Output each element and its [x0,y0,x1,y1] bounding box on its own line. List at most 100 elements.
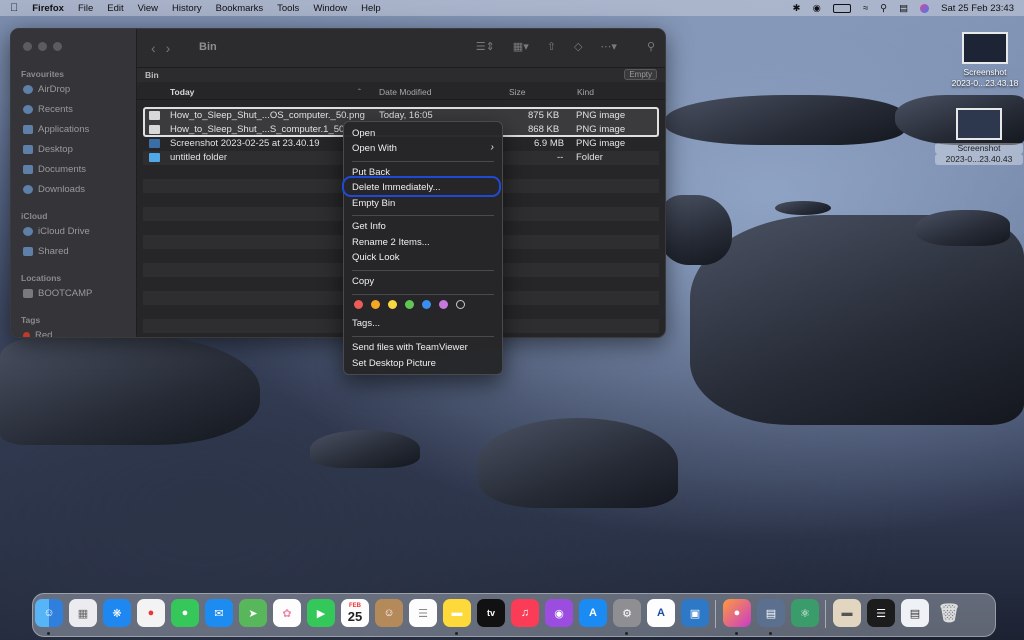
menu-firefox[interactable]: Firefox [32,3,64,14]
menu-item-quick-look[interactable]: Quick Look [352,251,494,265]
back-arrow-icon[interactable]: ‹ [151,40,166,56]
launchpad-app-icon[interactable]: ▦ [69,599,97,627]
sidebar-item-airdrop[interactable]: AirDrop [23,84,70,95]
sidebar-item-bootcamp[interactable]: BOOTCAMP [23,288,92,299]
menu-tools[interactable]: Tools [277,3,299,14]
firefox-app-icon[interactable]: ● [723,599,751,627]
photos-app-icon[interactable]: ✿ [273,599,301,627]
music-app-icon[interactable]: ♫ [511,599,539,627]
sidebar-item-tag-red[interactable]: Red [23,330,52,337]
menu-separator [352,215,494,216]
atom-app-icon[interactable]: ⚛ [791,599,819,627]
finder-app-icon[interactable]: ☺ [35,599,63,627]
apple-tv-app-icon[interactable]: tv [477,599,505,627]
preview-app-icon[interactable]: ▤ [757,599,785,627]
notes-app-icon[interactable]: ▬ [443,599,471,627]
calendar-app-icon[interactable]: FEB 25 [341,599,369,627]
apple-menu-icon[interactable]:  [10,2,18,14]
sidebar-item-shared[interactable]: Shared [23,246,69,257]
sidebar-item-recents[interactable]: Recents [23,104,73,115]
menu-view[interactable]: View [138,3,158,14]
running-indicator [455,632,458,635]
minimize-window-button[interactable] [38,42,47,51]
menu-history[interactable]: History [172,3,202,14]
column-kind[interactable]: Kind [577,87,594,97]
messages-app-icon[interactable]: ● [171,599,199,627]
desktop-screenshot-1[interactable]: Screenshot 2023-0...23.43.18 [945,32,1024,89]
column-name[interactable]: Today [170,87,194,97]
tag-grey-dot[interactable] [456,300,465,309]
chrome-app-icon[interactable]: ● [137,599,165,627]
column-size[interactable]: Size [509,87,526,97]
sidebar-item-downloads[interactable]: Downloads [23,184,85,195]
sidebar-item-icloud-drive[interactable]: iCloud Drive [23,226,90,237]
rock-left [0,335,260,445]
siri-icon[interactable] [920,3,930,13]
sidebar-item-documents[interactable]: Documents [23,164,86,175]
tag-blue-dot[interactable] [422,300,431,309]
menu-item-open-with[interactable]: Open With › [352,142,494,156]
toolbar-icons: ☰⇕ ▦▾ ⇧ ◇ ⋯▾ ⚲ [476,40,655,53]
recent-window-thumbnail[interactable]: ☰ [867,599,895,627]
reminders-app-icon[interactable]: ☰ [409,599,437,627]
zoom-window-button[interactable] [53,42,62,51]
contacts-app-icon[interactable]: ☺ [375,599,403,627]
sidebar-item-desktop[interactable]: Desktop [23,144,73,155]
podcasts-app-icon[interactable]: ◉ [545,599,573,627]
sort-chevron-icon[interactable]: ˆ [358,87,361,97]
menu-item-open[interactable]: Open [352,127,494,141]
desktop-icon-label: Screenshot [963,67,1007,77]
system-preferences-app-icon[interactable]: ⚙ [613,599,641,627]
menu-item-tags[interactable]: Tags... [352,317,494,331]
maps-app-icon[interactable]: ➤ [239,599,267,627]
menu-item-copy[interactable]: Copy [352,275,494,289]
running-indicator [735,632,738,635]
group-icon[interactable]: ▦▾ [513,40,529,53]
menu-file[interactable]: File [78,3,93,14]
menu-edit[interactable]: Edit [107,3,123,14]
user-icon[interactable]: ◉ [813,3,821,14]
clock[interactable]: Sat 25 Feb 23:43 [941,3,1014,14]
forward-arrow-icon[interactable]: › [166,40,181,56]
share-icon[interactable]: ⇧ [547,40,556,53]
menu-help[interactable]: Help [361,3,381,14]
trash-icon[interactable]: 🗑 [935,599,963,627]
facetime-app-icon[interactable]: ▶ [307,599,335,627]
menu-separator [352,294,494,295]
menu-item-set-desktop-picture[interactable]: Set Desktop Picture [352,357,494,371]
app-store-app-icon[interactable]: A [579,599,607,627]
safari-app-icon[interactable]: ❋ [103,599,131,627]
column-date-modified[interactable]: Date Modified [379,87,431,97]
recent-document-thumbnail[interactable]: ▤ [901,599,929,627]
desktop-screenshot-2[interactable]: Screenshot 2023-0...23.40.43 [935,108,1023,165]
tag-orange-dot[interactable] [371,300,380,309]
search-icon[interactable]: ⚲ [647,40,655,53]
wifi-icon[interactable]: ≈ [863,3,868,14]
tag-purple-dot[interactable] [439,300,448,309]
tag-icon[interactable]: ◇ [574,40,582,53]
battery-icon[interactable] [832,3,851,13]
teamviewer-app-icon[interactable]: ▣ [681,599,709,627]
control-center-icon[interactable]: ▤ [899,3,908,14]
tag-red-dot[interactable] [354,300,363,309]
menu-item-empty-bin[interactable]: Empty Bin [352,197,494,211]
rock-tiny [775,201,831,215]
downloads-stack-icon[interactable]: ▬ [833,599,861,627]
empty-bin-button[interactable]: Empty [624,69,657,80]
accessibility-app-icon[interactable]: A [647,599,675,627]
tag-yellow-dot[interactable] [388,300,397,309]
mail-app-icon[interactable]: ✉ [205,599,233,627]
menu-window[interactable]: Window [313,3,347,14]
menu-item-teamviewer[interactable]: Send files with TeamViewer [352,341,494,355]
tag-green-dot[interactable] [405,300,414,309]
file-kind: Folder [576,152,603,163]
bluetooth-icon[interactable]: ✱ [793,3,801,14]
close-window-button[interactable] [23,42,32,51]
menu-bookmarks[interactable]: Bookmarks [216,3,264,14]
menu-item-rename[interactable]: Rename 2 Items... [352,236,494,250]
sidebar-item-applications[interactable]: Applications [23,124,89,135]
spotlight-icon[interactable]: ⚲ [880,3,887,14]
more-options-icon[interactable]: ⋯▾ [600,40,617,53]
menu-item-get-info[interactable]: Get Info [352,220,494,234]
list-view-icon[interactable]: ☰⇕ [476,40,495,53]
